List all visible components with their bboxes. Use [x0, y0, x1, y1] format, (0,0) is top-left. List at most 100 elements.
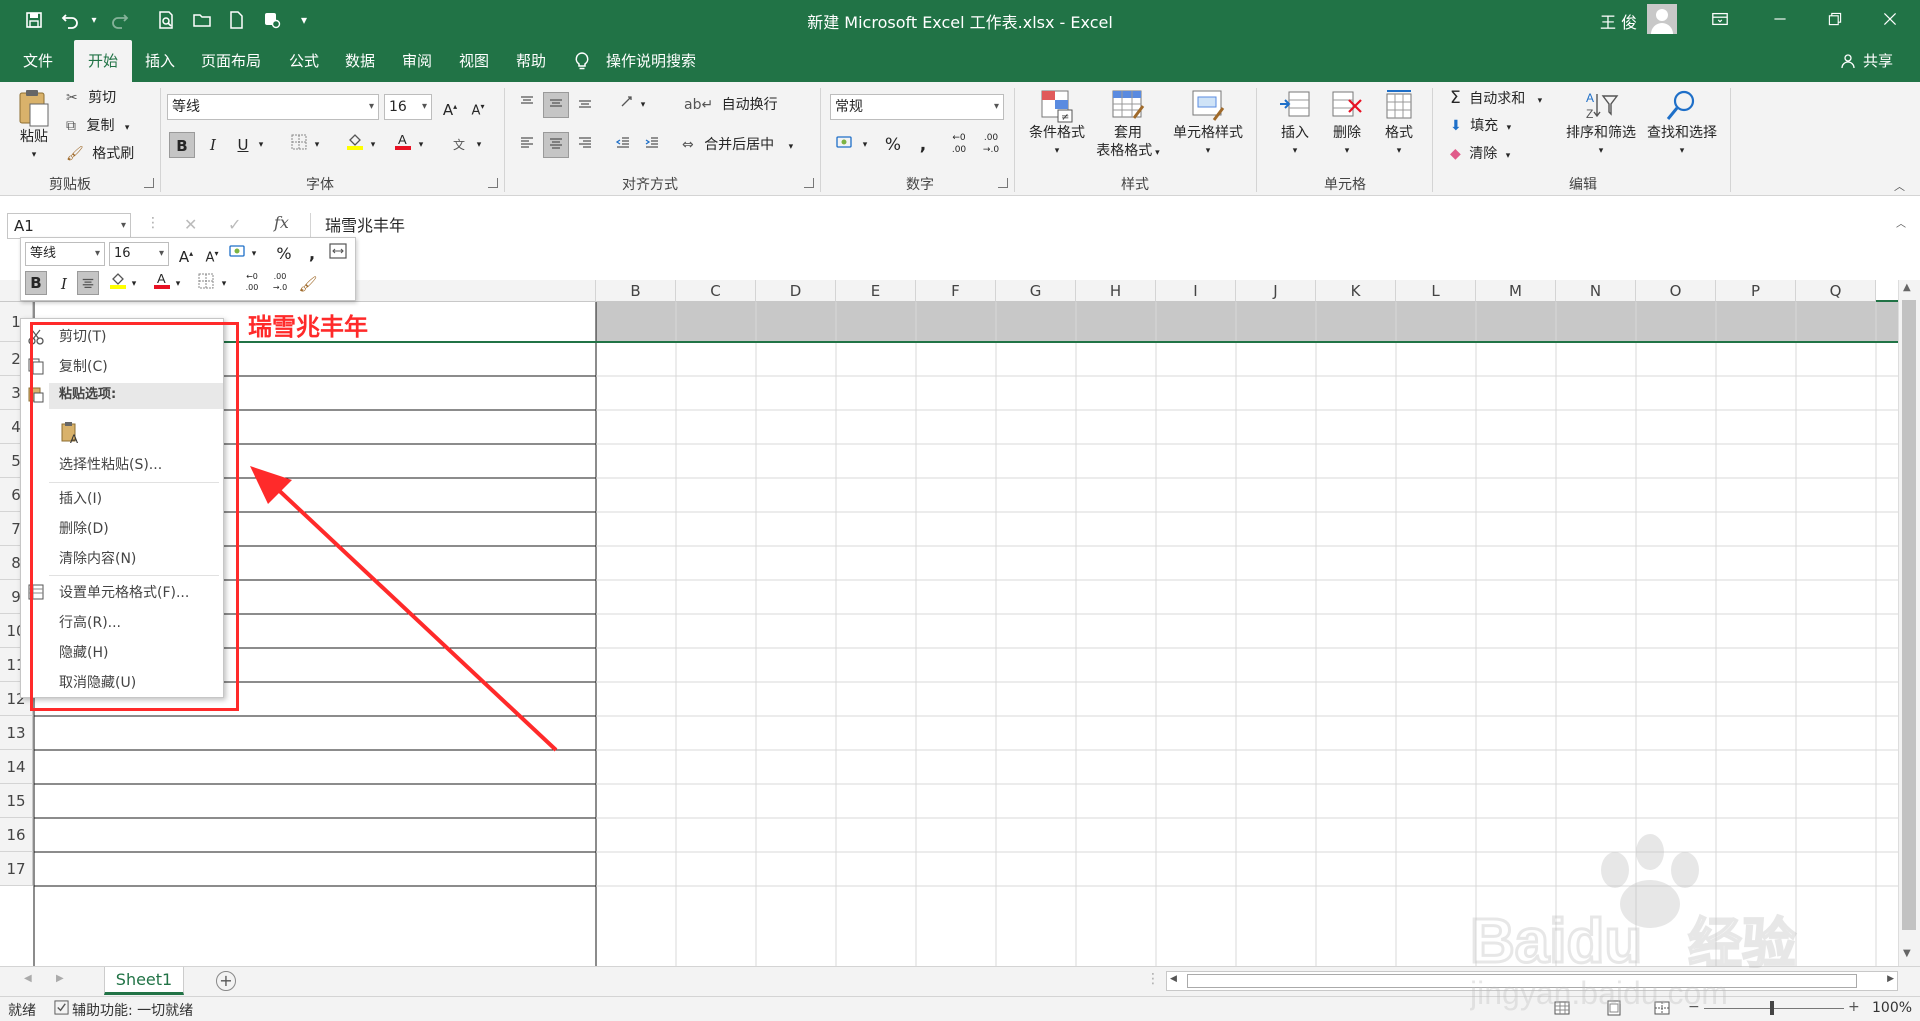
- decrease-indent-icon[interactable]: [610, 132, 636, 158]
- row-header-14[interactable]: 14: [0, 750, 33, 784]
- number-dialog-launcher[interactable]: [998, 178, 1008, 188]
- tab-review[interactable]: 审阅: [397, 40, 437, 82]
- tab-view[interactable]: 视图: [454, 40, 494, 82]
- zoom-level[interactable]: 100%: [1872, 1000, 1912, 1016]
- zoom-in-icon[interactable]: +: [1848, 999, 1860, 1015]
- delete-cells-button[interactable]: 删除 ▾: [1322, 88, 1372, 160]
- borders-dropdown-icon[interactable]: ▾: [310, 132, 324, 158]
- merge-dropdown-icon[interactable]: ▾: [789, 142, 794, 152]
- increase-indent-icon[interactable]: [639, 132, 665, 158]
- alignment-dialog-launcher[interactable]: [804, 178, 814, 188]
- column-header-o[interactable]: O: [1636, 280, 1716, 302]
- mini-decrease-decimal-icon[interactable]: .00 →.0: [267, 271, 293, 297]
- close-icon[interactable]: [1860, 0, 1920, 38]
- mini-comma-style-icon[interactable]: ,: [299, 241, 325, 267]
- column-header-g[interactable]: G: [996, 280, 1076, 302]
- formula-input[interactable]: 瑞雪兆丰年: [310, 213, 1900, 253]
- row-header-15[interactable]: 15: [0, 784, 33, 818]
- cell-a1-text[interactable]: 瑞雪兆丰年: [248, 307, 368, 342]
- mini-bold-button[interactable]: B: [25, 271, 47, 295]
- user-name[interactable]: 王 俊: [1600, 9, 1637, 33]
- format-as-table-button[interactable]: 套用 表格格式 ▾: [1090, 88, 1166, 162]
- comma-style-icon[interactable]: ,: [910, 132, 936, 158]
- scroll-down-icon[interactable]: ▼: [1903, 948, 1911, 959]
- mini-borders-dropdown-icon[interactable]: ▾: [217, 271, 231, 297]
- name-box[interactable]: A1 ▾: [7, 213, 131, 239]
- tab-page-layout[interactable]: 页面布局: [196, 40, 266, 82]
- collapse-ribbon-icon[interactable]: ︿: [1894, 178, 1905, 194]
- underline-dropdown-icon[interactable]: ▾: [254, 132, 268, 158]
- align-middle-icon[interactable]: [543, 92, 569, 118]
- column-header-f[interactable]: F: [916, 280, 996, 302]
- clear-button[interactable]: ◆ 清除 ▾: [1450, 142, 1510, 166]
- clipboard-dialog-launcher[interactable]: [144, 178, 154, 188]
- italic-button[interactable]: I: [200, 132, 226, 158]
- shrink-font-icon[interactable]: A▾: [465, 94, 491, 120]
- phonetic-dropdown-icon[interactable]: ▾: [472, 132, 486, 158]
- column-header-e[interactable]: E: [836, 280, 916, 302]
- tab-formulas[interactable]: 公式: [284, 40, 324, 82]
- autosum-button[interactable]: Σ 自动求和 ▾: [1450, 86, 1542, 110]
- wrap-text-button[interactable]: ab↵ 自动换行: [684, 93, 778, 117]
- mini-format-painter-icon[interactable]: 🖌: [295, 271, 321, 297]
- grow-font-icon[interactable]: A▴: [437, 94, 463, 120]
- column-header-b[interactable]: B: [596, 280, 676, 302]
- row-header-17[interactable]: 17: [0, 852, 33, 886]
- column-header-k[interactable]: K: [1316, 280, 1396, 302]
- scroll-right-icon[interactable]: ▶: [1887, 974, 1894, 984]
- mini-font-size-combo[interactable]: 16 ▾: [109, 242, 169, 266]
- scroll-sheets-left-icon[interactable]: ◀: [24, 973, 32, 984]
- align-center-icon[interactable]: [543, 132, 569, 158]
- insert-cells-button[interactable]: 插入 ▾: [1270, 88, 1320, 160]
- merge-center-button[interactable]: ⇔ 合并后居中 ▾: [682, 133, 793, 157]
- phonetic-guide-icon[interactable]: 文: [446, 132, 472, 158]
- tell-me-search[interactable]: 操作说明搜索: [606, 40, 706, 82]
- align-right-icon[interactable]: [572, 132, 598, 158]
- row-header-13[interactable]: 13: [0, 716, 33, 750]
- percent-icon[interactable]: %: [880, 132, 906, 158]
- splitter-handle[interactable]: ⋮: [1146, 971, 1160, 987]
- sheet-tab-sheet1[interactable]: Sheet1: [104, 967, 184, 995]
- increase-decimal-icon[interactable]: ←0.00: [946, 132, 972, 158]
- tab-file[interactable]: 文件: [14, 40, 62, 82]
- vertical-scrollbar[interactable]: ▲ ▼: [1898, 280, 1920, 966]
- accounting-format-icon[interactable]: [832, 132, 858, 158]
- align-bottom-icon[interactable]: [572, 92, 598, 118]
- mini-increase-decimal-icon[interactable]: ←0.00: [239, 271, 265, 297]
- column-header-m[interactable]: M: [1476, 280, 1556, 302]
- find-select-button[interactable]: 查找和选择 ▾: [1640, 88, 1724, 160]
- fill-button[interactable]: ⬇ 填充 ▾: [1450, 114, 1511, 138]
- column-header-n[interactable]: N: [1556, 280, 1636, 302]
- mini-font-name-combo[interactable]: 等线 ▾: [25, 242, 105, 266]
- mini-borders-icon[interactable]: [193, 271, 219, 297]
- row-header-16[interactable]: 16: [0, 818, 33, 852]
- vertical-scroll-thumb[interactable]: [1902, 300, 1916, 930]
- column-header-p[interactable]: P: [1716, 280, 1796, 302]
- mini-accounting-dropdown-icon[interactable]: ▾: [247, 241, 261, 267]
- ribbon-display-options-icon[interactable]: [1690, 0, 1750, 38]
- column-header-i[interactable]: I: [1156, 280, 1236, 302]
- accessibility-icon[interactable]: [54, 1000, 69, 1019]
- mini-percent-icon[interactable]: %: [271, 241, 297, 267]
- mini-shrink-font-icon[interactable]: A▾: [199, 241, 225, 267]
- column-header-c[interactable]: C: [676, 280, 756, 302]
- paste-button[interactable]: 粘贴 ▾: [14, 88, 54, 164]
- format-painter-button[interactable]: 🖌 格式刷: [66, 142, 134, 166]
- autosum-dropdown-icon[interactable]: ▾: [1538, 96, 1543, 106]
- tab-home[interactable]: 开始: [74, 40, 132, 82]
- column-header-j[interactable]: J: [1236, 280, 1316, 302]
- avatar[interactable]: [1647, 4, 1677, 34]
- paste-dropdown-icon[interactable]: ▾: [14, 146, 54, 164]
- align-left-icon[interactable]: [514, 132, 540, 158]
- tab-help[interactable]: 帮助: [511, 40, 551, 82]
- mini-font-color-dropdown-icon[interactable]: ▾: [171, 271, 185, 297]
- format-cells-button[interactable]: 格式 ▾: [1374, 88, 1424, 160]
- underline-button[interactable]: U: [230, 132, 256, 158]
- font-dialog-launcher[interactable]: [488, 178, 498, 188]
- column-header-l[interactable]: L: [1396, 280, 1476, 302]
- accounting-dropdown-icon[interactable]: ▾: [858, 132, 872, 158]
- conditional-formatting-button[interactable]: ≠ 条件格式 ▾: [1022, 88, 1092, 160]
- fill-dropdown-icon[interactable]: ▾: [1507, 123, 1512, 133]
- tab-data[interactable]: 数据: [340, 40, 380, 82]
- number-format-combo[interactable]: 常规 ▾: [830, 94, 1004, 120]
